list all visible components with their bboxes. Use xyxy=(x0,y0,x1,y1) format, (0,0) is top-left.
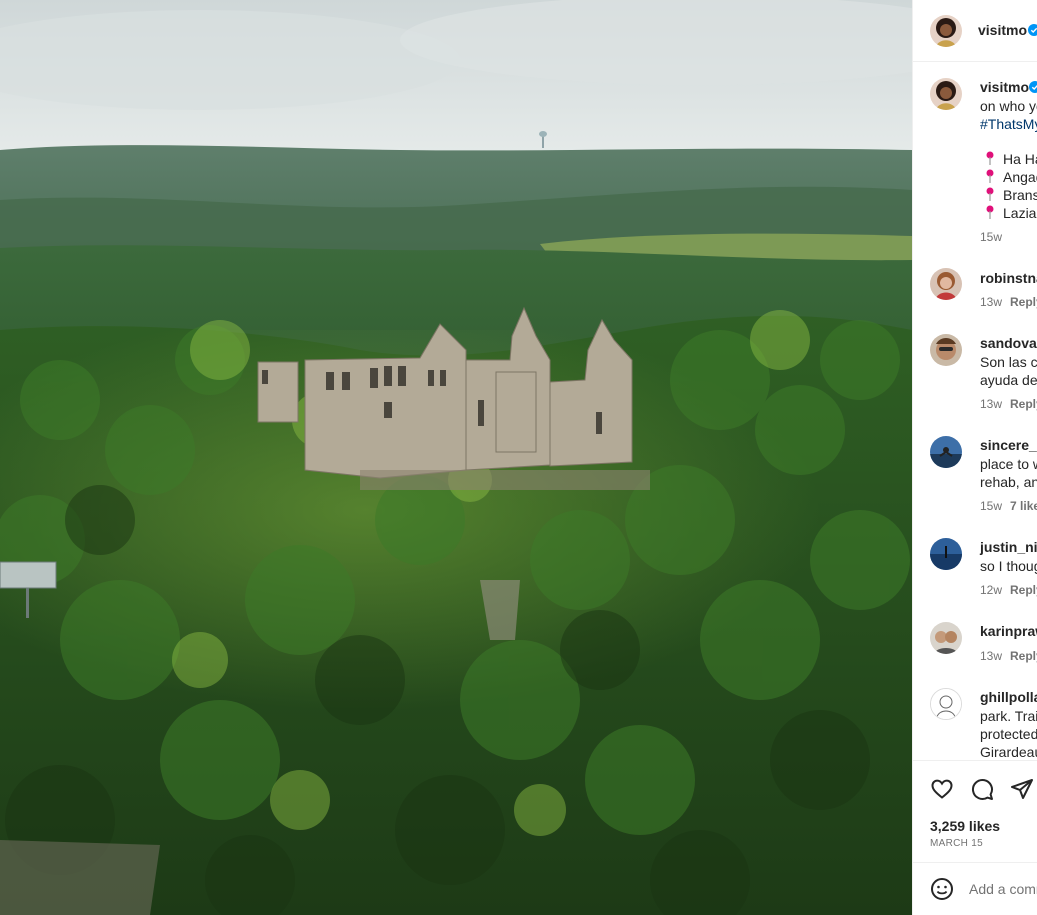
comment-username[interactable]: sandoval. xyxy=(980,335,1037,351)
emoji-icon[interactable] xyxy=(930,877,954,901)
pin-emoji-icon xyxy=(986,187,994,201)
commenter-avatar[interactable] xyxy=(930,268,962,300)
add-comment-bar xyxy=(913,862,1037,915)
comment-username[interactable]: karinpraw xyxy=(980,623,1037,639)
comment-text-line: rehab, an xyxy=(980,474,1037,490)
pin-emoji-icon xyxy=(986,169,994,183)
caption-author-username[interactable]: visitmo xyxy=(980,79,1029,95)
comment-text-line: Son las ca xyxy=(980,354,1037,370)
caption-timestamp: 15w xyxy=(980,230,1003,244)
reply-button[interactable]: Reply xyxy=(1010,649,1037,663)
commenter-avatar[interactable] xyxy=(930,688,962,720)
heart-icon[interactable] xyxy=(930,777,954,801)
caption-list-item: Angad xyxy=(1003,169,1037,185)
comment-text-line: ayuda de xyxy=(980,372,1037,388)
comment-text-line: protected xyxy=(980,726,1037,742)
reply-button[interactable]: Reply xyxy=(1010,295,1037,309)
castle-ruins-landscape-image xyxy=(0,0,912,915)
comment-icon[interactable] xyxy=(970,777,994,801)
comment-meta: 15w 7 like xyxy=(980,499,1037,513)
comment-timestamp: 13w xyxy=(980,649,1003,663)
comment-text-line: so I thoug xyxy=(980,558,1037,574)
caption-list-item: Ha Ha xyxy=(1003,151,1037,167)
pin-emoji-icon xyxy=(986,205,994,219)
caption-text-line: on who yo xyxy=(980,98,1037,114)
pin-emoji-icon xyxy=(986,151,994,165)
verified-badge-icon xyxy=(1029,81,1037,93)
commenter-avatar[interactable] xyxy=(930,538,962,570)
comment-timestamp: 12w xyxy=(980,583,1003,597)
post-side-panel: visitmo visitmo on who yo #ThatsMy Ha Ha… xyxy=(912,0,1037,915)
comment-username[interactable]: sincere_p xyxy=(980,437,1037,453)
comment-like-count[interactable]: 7 like xyxy=(1010,499,1037,513)
comment-meta: 13w Reply xyxy=(980,649,1037,663)
caption-hashtag[interactable]: #ThatsMy xyxy=(980,115,1037,133)
comment-username[interactable]: robinstna xyxy=(980,270,1037,286)
comment-meta: 12w Reply xyxy=(980,583,1037,597)
comment-timestamp: 13w xyxy=(980,295,1003,309)
post-header: visitmo xyxy=(913,0,1037,62)
comment-timestamp: 13w xyxy=(980,397,1003,411)
send-icon[interactable] xyxy=(1010,777,1034,801)
commenter-avatar[interactable] xyxy=(930,436,962,468)
reply-button[interactable]: Reply xyxy=(1010,583,1037,597)
caption-author-avatar[interactable] xyxy=(930,78,962,110)
author-username[interactable]: visitmo xyxy=(978,22,1027,38)
comment-text-line: park. Trail xyxy=(980,708,1037,724)
commenter-avatar[interactable] xyxy=(930,334,962,366)
likes-count[interactable]: 3,259 likes xyxy=(930,818,1000,834)
reply-button[interactable]: Reply xyxy=(1010,397,1037,411)
author-avatar[interactable] xyxy=(930,15,962,47)
caption-list-item: Branso xyxy=(1003,187,1037,203)
post-actions-bar: 3,259 likes MARCH 15 xyxy=(913,760,1037,860)
comment-text-line: place to w xyxy=(980,456,1037,472)
comment-meta: 13w Reply xyxy=(980,397,1037,411)
comment-username[interactable]: justin_nis xyxy=(980,539,1037,555)
verified-badge-icon xyxy=(1028,24,1037,36)
comment-text-line: Girardeau xyxy=(980,744,1037,760)
post-date[interactable]: MARCH 15 xyxy=(930,838,983,849)
comment-timestamp: 15w xyxy=(980,499,1003,513)
comment-username[interactable]: ghillpolla xyxy=(980,689,1037,705)
caption-list-item: Lazia a xyxy=(1003,205,1037,221)
post-photo[interactable] xyxy=(0,0,912,915)
commenter-avatar[interactable] xyxy=(930,622,962,654)
comment-meta: 13w Reply xyxy=(980,295,1037,309)
add-comment-input[interactable] xyxy=(969,877,1037,901)
